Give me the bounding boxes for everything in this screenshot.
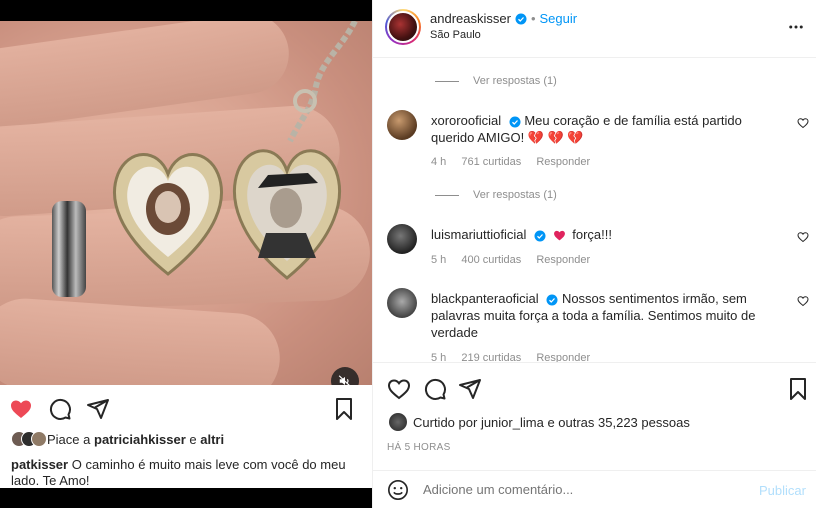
verified-badge-icon (509, 116, 521, 128)
comment-like-heart-icon[interactable] (797, 295, 809, 307)
verified-badge-icon (546, 294, 558, 306)
verified-badge-icon (534, 230, 546, 242)
commenter-username[interactable]: luismariuttioficial (431, 227, 526, 242)
comment-text: força!!! (572, 227, 612, 242)
liked-by-line: Curtido por junior_lima e outras 35,223 … (389, 413, 690, 431)
locket-left-image (113, 153, 223, 276)
liked-user[interactable]: patriciahkisser (94, 432, 186, 447)
embedded-liked-by: Piace a patriciahkisser e altri (11, 431, 224, 447)
comment-icon[interactable] (423, 377, 447, 401)
view-replies-button[interactable]: Ver respostas (1) (435, 75, 557, 87)
post-details-panel: andreaskisser • Seguir São Paulo Ver res… (372, 0, 816, 508)
header-separator: • (530, 11, 536, 26)
embedded-action-row (0, 397, 372, 421)
comment-time[interactable]: 5 h (431, 352, 446, 362)
author-line: andreaskisser • Seguir (430, 11, 577, 26)
comment-meta: 4 h 761 curtidas Responder (431, 156, 602, 168)
commenter-username[interactable]: blackpanteraoficial (431, 291, 539, 306)
publish-button[interactable]: Publicar (759, 483, 806, 498)
mute-toggle-button[interactable] (331, 367, 359, 385)
ring-image (52, 201, 86, 297)
commenter-avatar[interactable] (387, 110, 417, 140)
post-actions: Curtido por junior_lima e outras 35,223 … (373, 362, 816, 470)
comment-like-heart-icon[interactable] (797, 231, 809, 243)
liked-by-user[interactable]: junior_lima (481, 415, 544, 430)
comment-body: blackpanteraoficial Nossos sentimentos i… (431, 290, 771, 341)
comment-body: xororooficial Meu coração e de família e… (431, 112, 771, 146)
comments-list[interactable]: Ver respostas (1) xororooficial Meu cora… (373, 58, 816, 362)
commenter-avatar[interactable] (387, 224, 417, 254)
finger-shape (0, 295, 283, 385)
comment-icon[interactable] (48, 397, 72, 421)
comment-likes[interactable]: 761 curtidas (461, 156, 521, 168)
share-icon[interactable] (86, 397, 110, 421)
liker-avatars (11, 431, 47, 447)
bookmark-icon[interactable] (332, 397, 356, 421)
reply-button[interactable]: Responder (536, 254, 590, 266)
red-heart-emoji-icon (553, 230, 565, 241)
post-photo[interactable] (0, 21, 372, 385)
more-options-icon[interactable] (787, 18, 805, 36)
author-username[interactable]: andreaskisser (430, 11, 511, 26)
liked-and: e (189, 431, 197, 447)
media-top-bar (0, 0, 372, 21)
comment-meta: 5 h 400 curtidas Responder (431, 254, 602, 266)
liked-others[interactable]: altri (200, 432, 224, 447)
like-heart-icon[interactable] (387, 377, 411, 401)
muted-speaker-icon (338, 375, 350, 385)
liker-avatar[interactable] (389, 413, 407, 431)
author-avatar[interactable] (385, 9, 421, 45)
follow-button[interactable]: Seguir (540, 11, 578, 26)
comment-body: luismariuttioficial força!!! (431, 226, 771, 243)
commenter-username[interactable]: xororooficial (431, 113, 501, 128)
instagram-post-modal: Piace a patriciahkisser e altri patkisse… (0, 0, 816, 508)
emoji-icon[interactable] (387, 479, 409, 501)
locket-right-image (233, 149, 341, 280)
embedded-caption-area: Piace a patriciahkisser e altri patkisse… (0, 385, 372, 488)
comment-input[interactable] (423, 482, 743, 497)
caption-username[interactable]: patkisser (11, 457, 68, 472)
verified-badge-icon (515, 13, 527, 24)
add-comment-bar: Publicar (373, 470, 816, 508)
liked-prefix: Piace a (47, 431, 91, 447)
post-location[interactable]: São Paulo (430, 29, 481, 41)
comment-time[interactable]: 5 h (431, 254, 446, 266)
comment-likes[interactable]: 400 curtidas (461, 254, 521, 266)
share-icon[interactable] (458, 377, 482, 401)
embedded-caption: patkisser O caminho é muito mais leve co… (11, 457, 356, 489)
liked-by-prefix: Curtido por (413, 414, 478, 430)
comment-likes[interactable]: 219 curtidas (461, 352, 521, 362)
reply-button[interactable]: Responder (536, 156, 590, 168)
comment-time[interactable]: 4 h (431, 156, 446, 168)
save-bookmark-icon[interactable] (786, 377, 810, 401)
comment-meta: 5 h 219 curtidas Responder (431, 352, 602, 362)
commenter-avatar[interactable] (387, 288, 417, 318)
view-replies-button[interactable]: Ver respostas (1) (435, 189, 557, 201)
post-media-panel: Piace a patriciahkisser e altri patkisse… (0, 0, 372, 508)
comment-like-heart-icon[interactable] (797, 117, 809, 129)
post-header: andreaskisser • Seguir São Paulo (373, 0, 816, 58)
heart-filled-icon[interactable] (9, 397, 33, 421)
liked-by-others[interactable]: e outras 35,223 pessoas (547, 415, 689, 430)
reply-button[interactable]: Responder (536, 352, 590, 362)
post-timestamp[interactable]: HÁ 5 HORAS (387, 442, 451, 453)
